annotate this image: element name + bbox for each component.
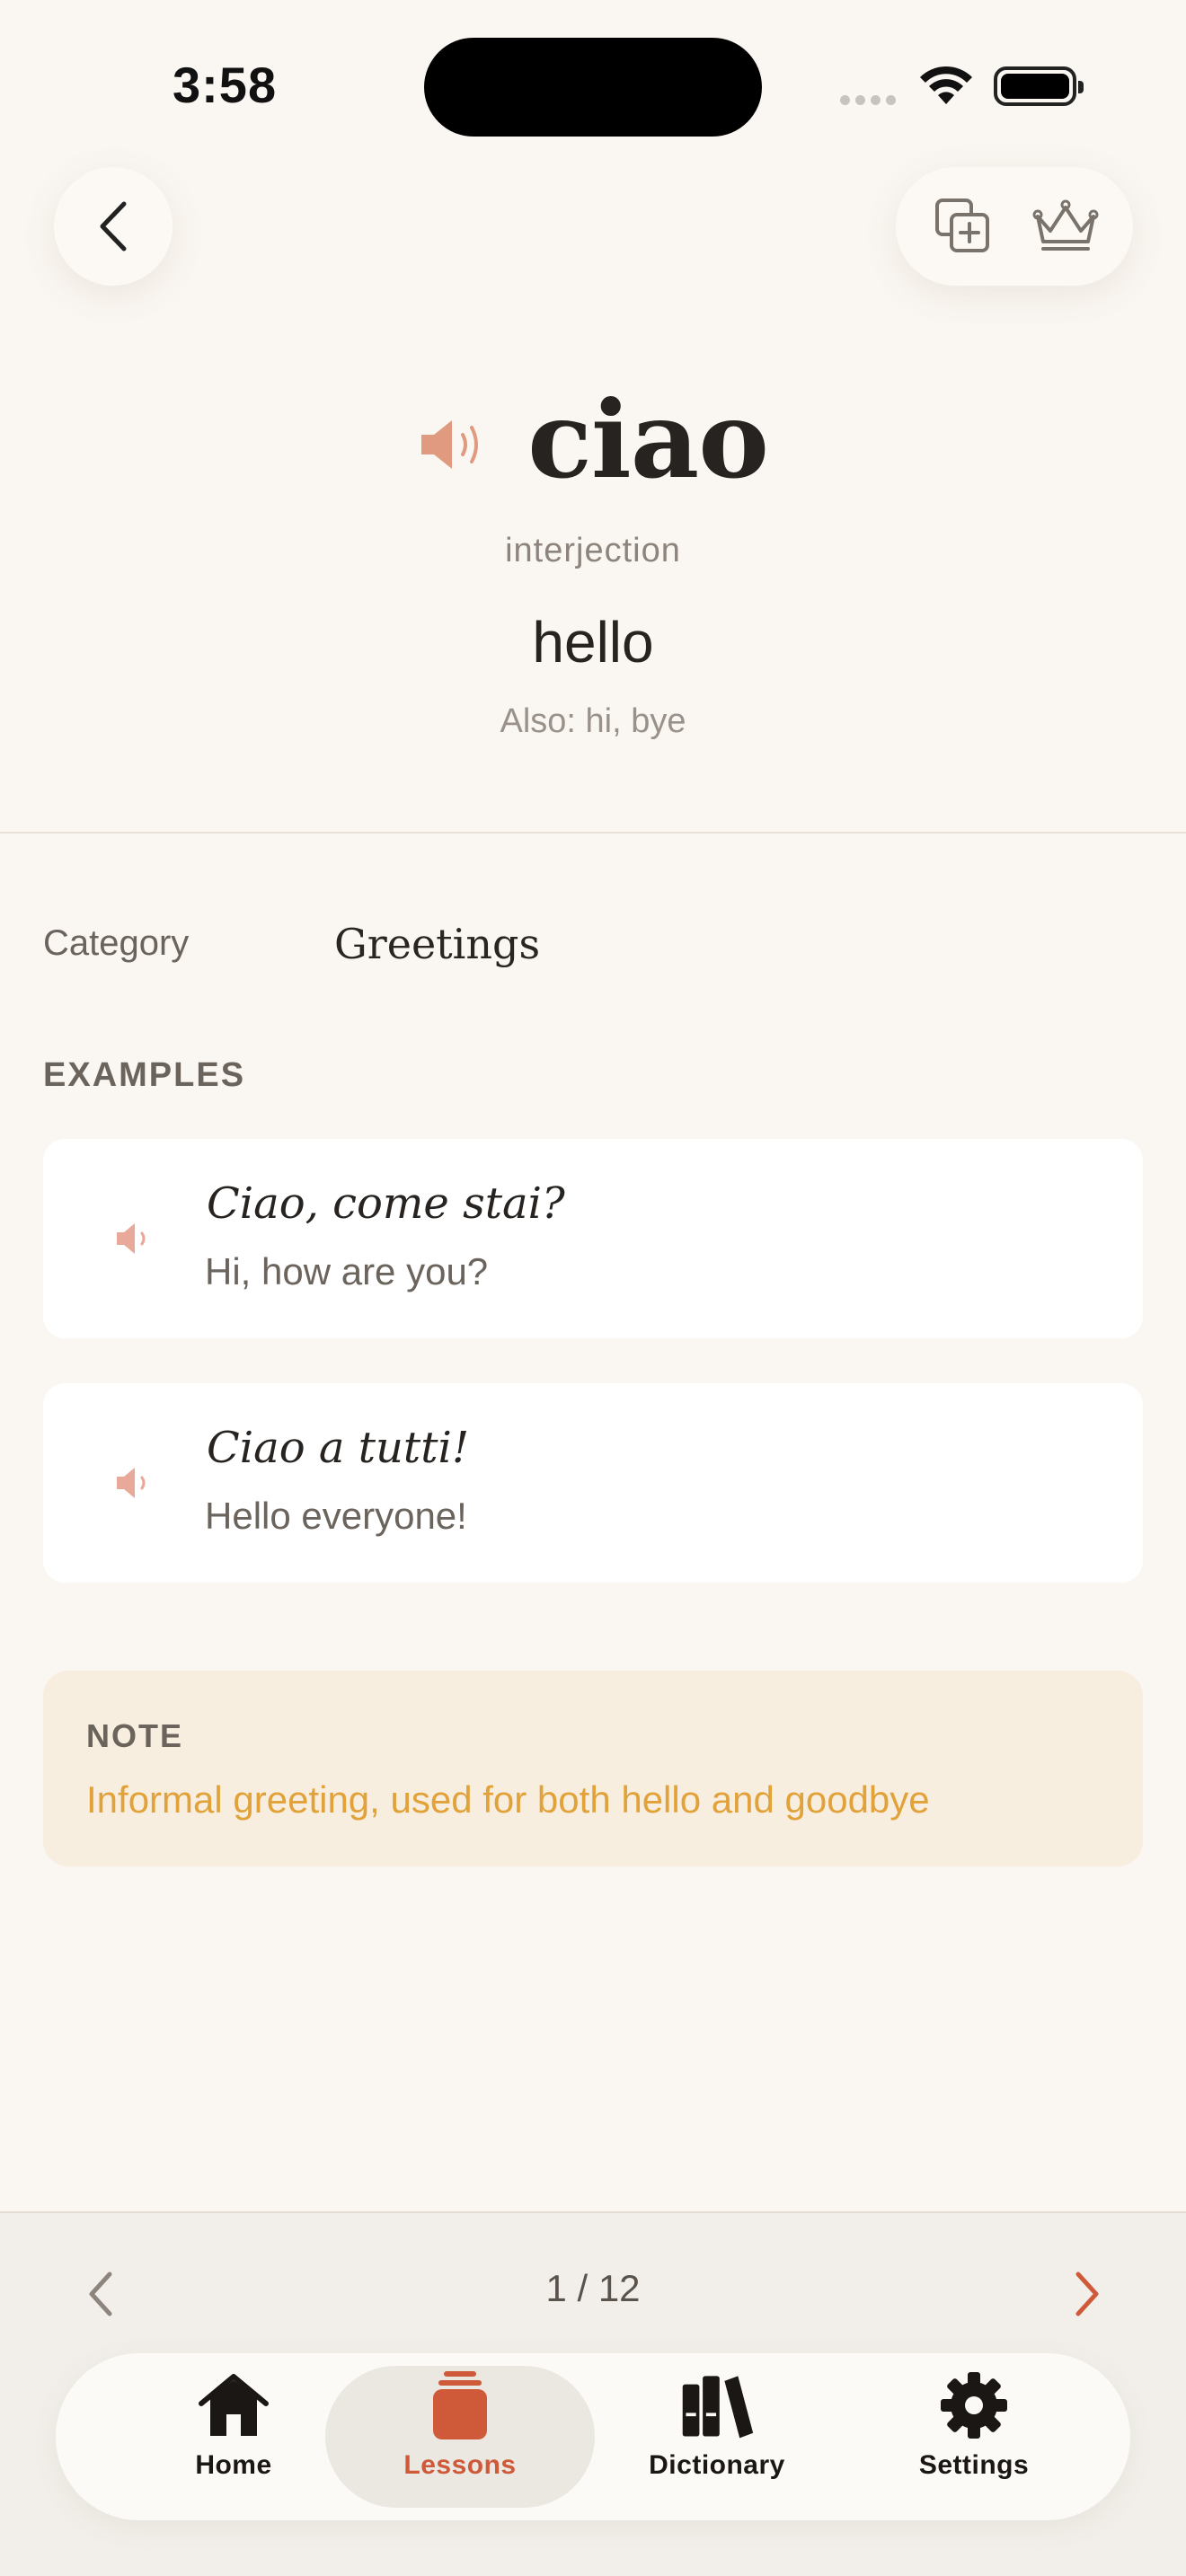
speaker-icon[interactable] [115,1464,155,1502]
example-english: Hello everyone! [205,1495,467,1537]
tab-bar: Home Lessons Dictionary Settings [56,2353,1130,2520]
example-english: Hi, how are you? [205,1250,489,1292]
translation: hello [532,610,654,675]
crown-icon [1032,199,1099,251]
tab-lessons[interactable]: Lessons [325,2366,595,2508]
dictionary-icon [682,2376,754,2439]
action-pill [896,167,1133,286]
tab-dictionary[interactable]: Dictionary [582,2366,852,2508]
next-button[interactable] [1064,2267,1109,2321]
add-to-deck-button[interactable] [923,186,1004,267]
premium-button[interactable] [1025,186,1106,267]
tab-label: Home [195,2450,272,2480]
divider [0,832,1186,834]
example-card: Ciao, come stai? Hi, how are you? [43,1139,1143,1338]
example-italian: Ciao a tutti! [207,1423,470,1473]
tab-label: Dictionary [649,2450,785,2480]
examples-title: EXAMPLES [43,1056,246,1094]
category-value: Greetings [334,920,541,968]
pager: 1 / 12 Home Lessons Dictionary Settings [0,2211,1186,2576]
back-button[interactable] [54,167,173,286]
note-text: Informal greeting, used for both hello a… [86,1778,930,1821]
wifi-icon [920,66,972,104]
part-of-speech: interjection [505,532,681,569]
tab-label: Lessons [403,2450,517,2480]
alternate-translations: Also: hi, bye [500,702,686,740]
tab-settings[interactable]: Settings [839,2366,1109,2508]
gear-icon [941,2372,1007,2439]
status-time: 3:58 [173,57,278,113]
tab-label: Settings [918,2450,1030,2480]
category-label: Category [43,923,190,963]
page-counter: 1 / 12 [545,2267,641,2309]
lessons-icon [433,2371,487,2439]
note-label: NOTE [86,1717,184,1754]
word-title: ciao [527,377,769,502]
home-icon [199,2374,269,2436]
dynamic-island [424,38,762,137]
word-header: ciao [0,377,1186,502]
battery-icon [994,66,1084,106]
example-italian: Ciao, come stai? [207,1178,565,1229]
example-card: Ciao a tutti! Hello everyone! [43,1383,1143,1583]
note-card: NOTE Informal greeting, used for both he… [43,1671,1143,1866]
add-card-icon [935,198,989,252]
cellular-signal-icon [840,93,901,110]
speaker-icon[interactable] [418,413,486,476]
chevron-left-icon [100,201,127,251]
speaker-icon[interactable] [115,1220,155,1257]
